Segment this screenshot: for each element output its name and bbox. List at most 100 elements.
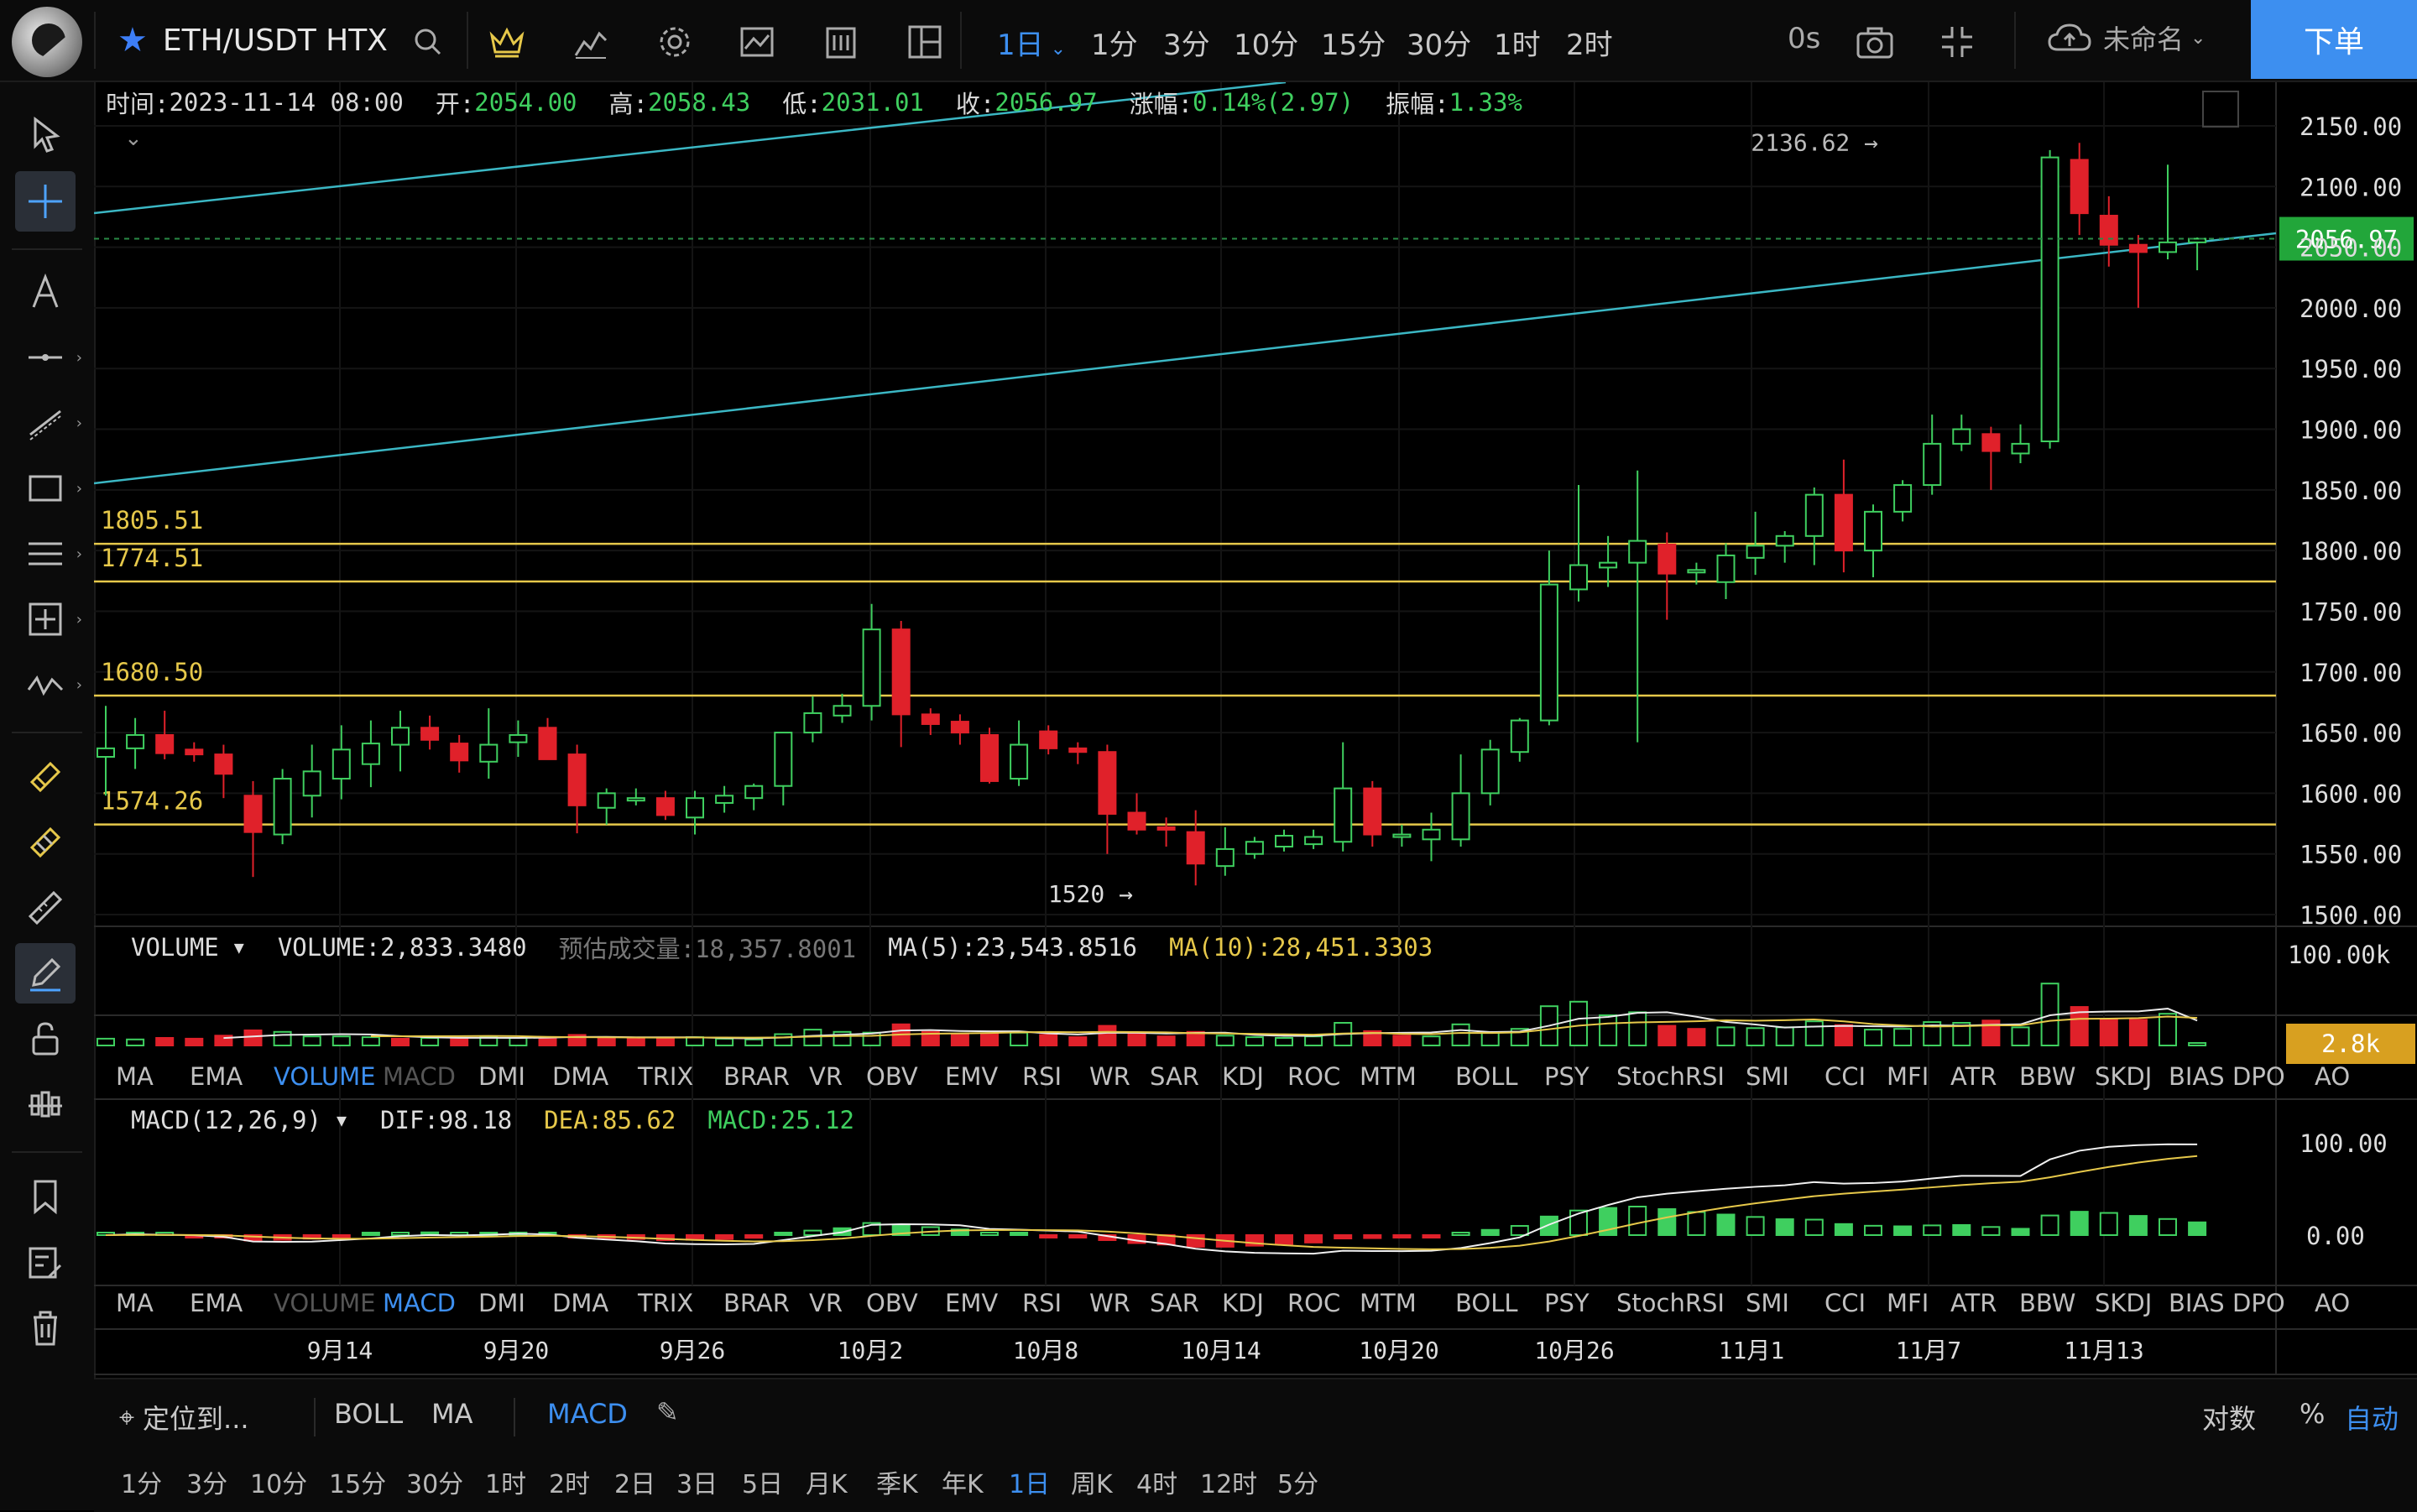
- indicator-tab-dma[interactable]: DMA: [552, 1062, 608, 1091]
- period-3[interactable]: 15分: [329, 1463, 386, 1500]
- caret-down-icon[interactable]: ▼: [337, 1110, 347, 1130]
- edit-indicator-icon[interactable]: ✎: [656, 1396, 679, 1428]
- period-11[interactable]: 季K: [876, 1463, 918, 1500]
- indicator-tab-ao[interactable]: AO: [2315, 1289, 2350, 1317]
- indicator-tab-smi[interactable]: SMI: [1746, 1062, 1789, 1091]
- bookmark-icon[interactable]: [15, 1166, 76, 1227]
- indicator-tab-sar[interactable]: SAR: [1150, 1289, 1199, 1317]
- indicator-tab-bbw[interactable]: BBW: [2019, 1062, 2075, 1091]
- indicator-tab-mfi[interactable]: MFI: [1887, 1062, 1929, 1091]
- indicator-tab-rsi[interactable]: RSI: [1022, 1062, 1062, 1091]
- log-scale-toggle[interactable]: 对数: [2202, 1398, 2256, 1436]
- period-7[interactable]: 2日: [614, 1463, 655, 1500]
- cursor-arrow-icon[interactable]: [15, 104, 76, 164]
- period-17[interactable]: 5分: [1277, 1463, 1318, 1500]
- strong-magnet-icon[interactable]: [15, 812, 76, 873]
- indicator-tab-macd[interactable]: MACD: [383, 1289, 456, 1317]
- indicator-tab-trix[interactable]: TRIX: [638, 1289, 693, 1317]
- period-6[interactable]: 2时: [549, 1463, 590, 1500]
- trash-icon[interactable]: [15, 1297, 76, 1358]
- gear-icon[interactable]: [655, 22, 695, 62]
- template-icon[interactable]: [821, 22, 861, 62]
- indicator-tab-psy[interactable]: PSY: [1544, 1062, 1590, 1091]
- timeframe-15m[interactable]: 15分: [1321, 22, 1386, 63]
- indicator-tab-ema[interactable]: EMA: [190, 1062, 243, 1091]
- indicator-tab-bbw[interactable]: BBW: [2019, 1289, 2075, 1317]
- indicator-tab-dma[interactable]: DMA: [552, 1289, 608, 1317]
- star-icon[interactable]: ★: [117, 21, 148, 60]
- indicator-tab-dmi[interactable]: DMI: [478, 1062, 525, 1091]
- indicator-tab-stochrsi[interactable]: StochRSI: [1616, 1289, 1725, 1317]
- indicator-tab-stochrsi[interactable]: StochRSI: [1616, 1062, 1725, 1091]
- indicator-tab-emv[interactable]: EMV: [945, 1062, 998, 1091]
- layout-icon[interactable]: [905, 22, 945, 62]
- period-9[interactable]: 5日: [742, 1463, 783, 1500]
- fullscreen-icon[interactable]: [1937, 22, 1977, 62]
- period-12[interactable]: 年K: [942, 1463, 984, 1500]
- chart-area[interactable]: 1805.51 1774.51 1680.50 1574.26 2056.97 2136…: [94, 82, 2417, 1376]
- indicator-tab-ma[interactable]: MA: [116, 1062, 154, 1091]
- timeframe-1h[interactable]: 1时: [1494, 22, 1541, 63]
- indicator-tab-wr[interactable]: WR: [1089, 1062, 1130, 1091]
- place-order-button[interactable]: 下单: [2251, 0, 2417, 79]
- indicator-chart-icon[interactable]: [571, 22, 611, 62]
- horizontal-line-icon[interactable]: ›: [15, 327, 82, 388]
- indicator-tab-smi[interactable]: SMI: [1746, 1289, 1789, 1317]
- indicator-tab-kdj[interactable]: KDJ: [1222, 1062, 1264, 1091]
- period-13[interactable]: 1日: [1009, 1463, 1050, 1500]
- indicator-tab-roc[interactable]: ROC: [1287, 1289, 1340, 1317]
- timeframe-selected[interactable]: 1日 ⌄: [997, 22, 1066, 63]
- indicator-tab-sar[interactable]: SAR: [1150, 1062, 1199, 1091]
- indicator-tab-kdj[interactable]: KDJ: [1222, 1289, 1264, 1317]
- account-cloud[interactable]: 未命名 ⌄: [2046, 18, 2206, 57]
- fibonacci-icon[interactable]: ›: [15, 524, 82, 584]
- measure-icon[interactable]: ›: [15, 589, 82, 649]
- period-1[interactable]: 3分: [186, 1463, 227, 1500]
- ruler-icon[interactable]: [15, 878, 76, 938]
- indicator-tab-trix[interactable]: TRIX: [638, 1062, 693, 1091]
- period-15[interactable]: 4时: [1136, 1463, 1177, 1500]
- indicator-tab-cci[interactable]: CCI: [1824, 1062, 1866, 1091]
- overlay-boll[interactable]: BOLL: [334, 1398, 403, 1430]
- chart-type-icon[interactable]: [737, 22, 777, 62]
- timeframe-3m[interactable]: 3分: [1163, 22, 1210, 63]
- indicator-tab-obv[interactable]: OBV: [866, 1289, 918, 1317]
- indicator-tab-ao[interactable]: AO: [2315, 1062, 2350, 1091]
- indicator-tab-dmi[interactable]: DMI: [478, 1289, 525, 1317]
- maximize-icon[interactable]: [2202, 91, 2239, 128]
- period-8[interactable]: 3日: [676, 1463, 718, 1500]
- crosshair-icon[interactable]: [15, 171, 76, 232]
- wave-pattern-icon[interactable]: ›: [15, 654, 82, 715]
- indicator-tab-vr[interactable]: VR: [809, 1289, 843, 1317]
- pencil-draw-icon[interactable]: [15, 943, 76, 1004]
- indicator-tab-volume[interactable]: VOLUME: [274, 1062, 375, 1091]
- indicator-tab-boll[interactable]: BOLL: [1455, 1289, 1518, 1317]
- crown-icon[interactable]: [487, 22, 527, 62]
- indicator-tab-cci[interactable]: CCI: [1824, 1289, 1866, 1317]
- timeframe-1m[interactable]: 1分: [1091, 22, 1138, 63]
- indicator-tab-dpo[interactable]: DPO: [2232, 1062, 2285, 1091]
- period-4[interactable]: 30分: [406, 1463, 463, 1500]
- camera-icon[interactable]: [1855, 22, 1895, 62]
- indicator-tab-atr[interactable]: ATR: [1950, 1062, 1997, 1091]
- auto-scale-toggle[interactable]: 自动: [2345, 1398, 2399, 1436]
- indicator-tab-boll[interactable]: BOLL: [1455, 1062, 1518, 1091]
- sub-indicator-macd[interactable]: MACD: [547, 1398, 628, 1430]
- percent-scale-toggle[interactable]: %: [2300, 1398, 2325, 1430]
- indicator-tab-emv[interactable]: EMV: [945, 1289, 998, 1317]
- symbol-selector[interactable]: ★ ETH/USDT HTX: [117, 18, 388, 62]
- indicator-tab-obv[interactable]: OBV: [866, 1062, 918, 1091]
- timeframe-10m[interactable]: 10分: [1234, 22, 1298, 63]
- trend-line-icon[interactable]: ›: [15, 393, 82, 453]
- period-14[interactable]: 周K: [1071, 1463, 1113, 1500]
- indicator-tab-wr[interactable]: WR: [1089, 1289, 1130, 1317]
- caret-down-icon[interactable]: ▼: [234, 937, 244, 957]
- rectangle-icon[interactable]: ›: [15, 458, 82, 519]
- period-16[interactable]: 12时: [1200, 1463, 1257, 1500]
- indicator-tab-brar[interactable]: BRAR: [723, 1289, 790, 1317]
- indicator-tab-ema[interactable]: EMA: [190, 1289, 243, 1317]
- indicator-tab-brar[interactable]: BRAR: [723, 1062, 790, 1091]
- indicator-tab-bias[interactable]: BIAS: [2169, 1062, 2225, 1091]
- indicator-tab-mfi[interactable]: MFI: [1887, 1289, 1929, 1317]
- locate-button[interactable]: ⌖ 定位到...: [119, 1398, 249, 1436]
